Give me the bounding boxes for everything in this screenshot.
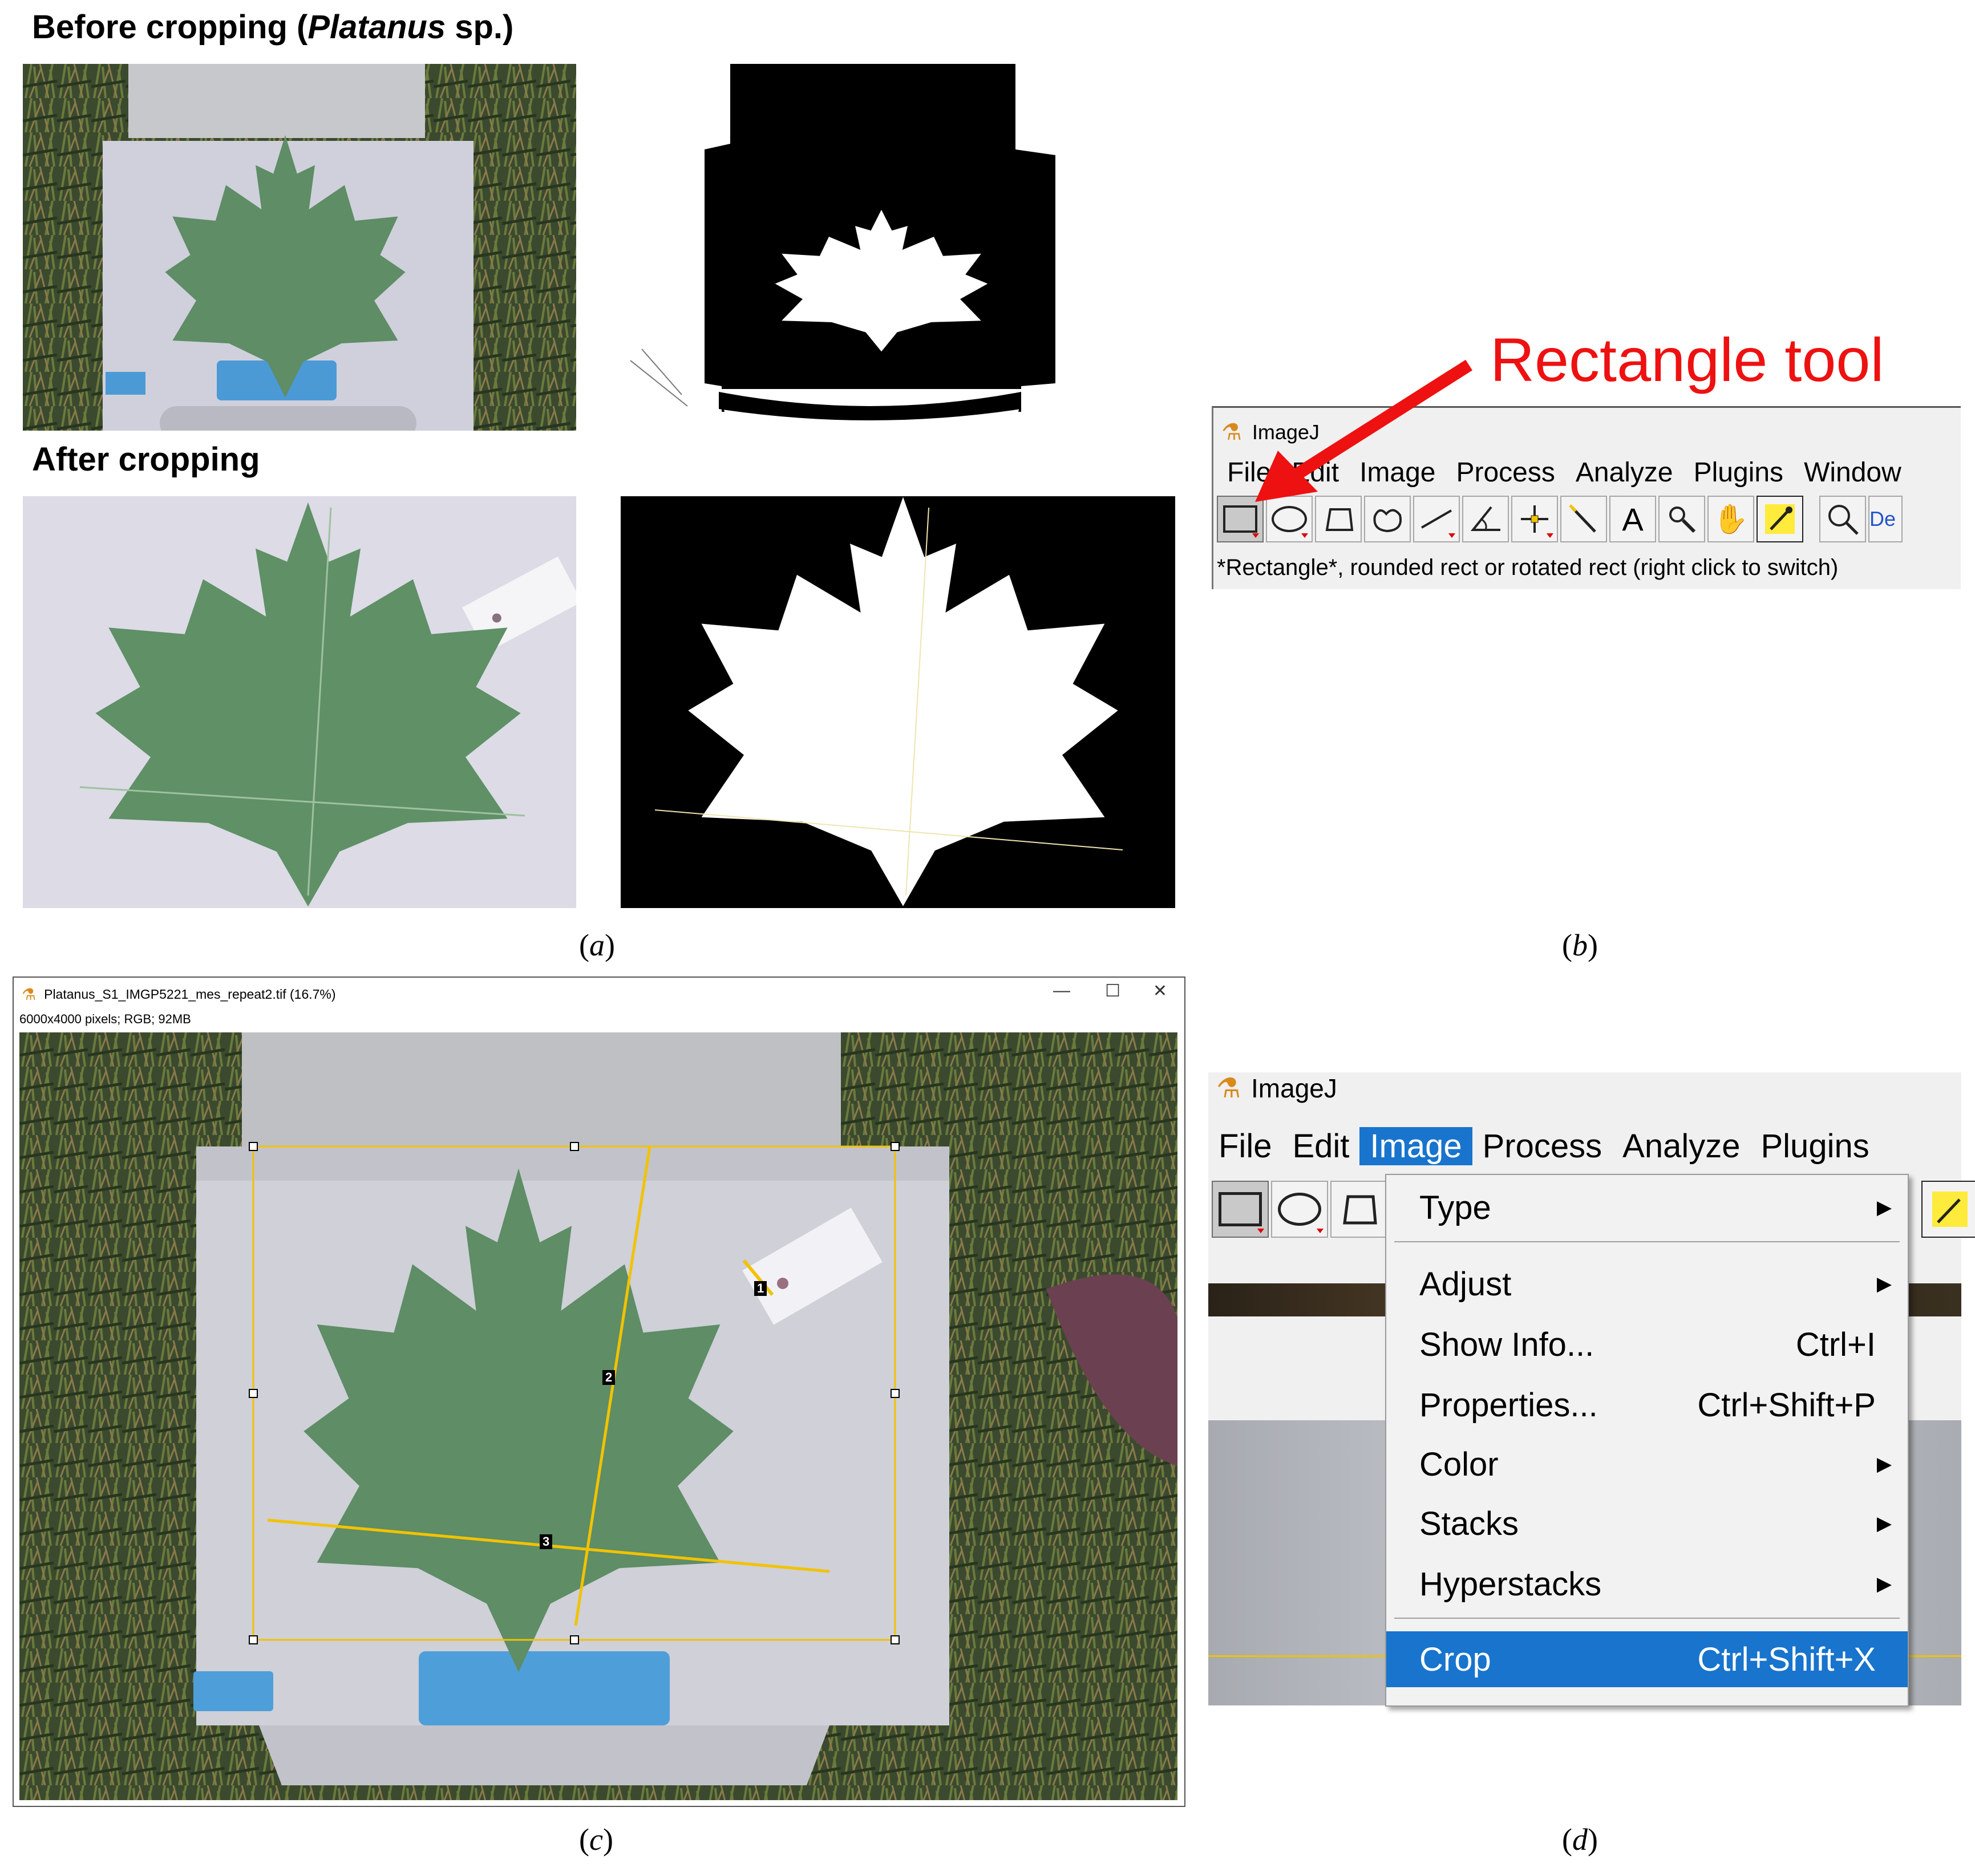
- hand-icon: ✋: [1713, 503, 1749, 535]
- magnifier-tool-button[interactable]: [1658, 496, 1705, 542]
- microscope-icon: ⚗: [1221, 420, 1242, 445]
- menu-item-type[interactable]: Type ▶: [1386, 1180, 1908, 1235]
- menu-file[interactable]: File: [1208, 1127, 1282, 1165]
- menu-item-properties[interactable]: Properties... Ctrl+Shift+P: [1386, 1377, 1908, 1433]
- dev-tool-button[interactable]: De: [1868, 496, 1903, 542]
- caption-d: (d): [1562, 1822, 1598, 1857]
- menu-item-label: Properties...: [1419, 1386, 1598, 1424]
- menu-item-crop[interactable]: Crop Ctrl+Shift+X: [1386, 1631, 1908, 1687]
- app-title: ImageJ: [1251, 1073, 1337, 1103]
- point-tool-button[interactable]: [1511, 496, 1558, 542]
- rectangle-icon: [1219, 1192, 1262, 1226]
- rectangle-tool-annotation: Rectangle tool: [1490, 325, 1884, 394]
- menu-item-label: Stacks: [1419, 1505, 1519, 1542]
- microscope-icon: ⚗: [1216, 1073, 1241, 1104]
- dev-label: De: [1869, 507, 1896, 530]
- menu-separator: [1394, 1241, 1900, 1242]
- menu-analyze[interactable]: Analyze: [1612, 1127, 1750, 1165]
- image-canvas[interactable]: [19, 1032, 1177, 1800]
- dropper-icon: [1932, 1192, 1968, 1227]
- menu-item-label: Color: [1419, 1445, 1499, 1483]
- polygon-tool-button[interactable]: [1330, 1181, 1387, 1238]
- image-window-titlebar: ⚗ Platanus_S1_IMGP5221_mes_repeat2.tif (…: [14, 978, 1184, 1011]
- close-button[interactable]: ✕: [1153, 981, 1167, 1001]
- menu-item-shortcut: Ctrl+Shift+P: [1697, 1386, 1876, 1424]
- after-crop-photo: [23, 496, 576, 908]
- menu-item-label: Show Info...: [1419, 1326, 1594, 1363]
- polygon-icon: [1343, 1195, 1377, 1225]
- menu-plugins[interactable]: Plugins: [1683, 457, 1794, 488]
- maximize-button[interactable]: ☐: [1105, 981, 1120, 1001]
- wand-tool-button[interactable]: [1560, 496, 1607, 542]
- menu-item-color[interactable]: Color ▶: [1386, 1436, 1908, 1492]
- menu-item-label: Hyperstacks: [1419, 1565, 1602, 1603]
- menu-window[interactable]: Window: [1794, 457, 1912, 488]
- submenu-arrow-icon: ▶: [1876, 1513, 1892, 1534]
- menu-edit[interactable]: Edit: [1282, 1127, 1359, 1165]
- submenu-arrow-icon: ▶: [1876, 1197, 1892, 1218]
- image-menu-dropdown: Type ▶ Adjust ▶ Show Info... Ctrl+I Properties…: [1385, 1174, 1909, 1707]
- window-title: Platanus_S1_IMGP5221_mes_repeat2.tif (16…: [44, 986, 336, 1002]
- caption-a: (a): [579, 928, 615, 962]
- point-icon: [1521, 505, 1548, 533]
- imagej-status-bar: *Rectangle*, rounded rect or rotated rec…: [1217, 555, 1839, 580]
- submenu-arrow-icon: ▶: [1876, 1273, 1892, 1295]
- caption-b: (b): [1562, 928, 1598, 962]
- search-icon: [1828, 505, 1859, 535]
- dropper-tool-button[interactable]: [1757, 496, 1803, 542]
- image-info: 6000x4000 pixels; RGB; 92MB: [19, 1012, 191, 1026]
- magnifier-icon: [1669, 507, 1696, 533]
- menu-separator: [1394, 1618, 1900, 1619]
- microscope-icon: ⚗: [22, 985, 37, 1003]
- imagej-tool-row: [1212, 1181, 1387, 1238]
- imagej-menubar: File Edit Image Process Analyze Plugins: [1208, 1127, 1880, 1165]
- menu-item-label: Type: [1419, 1189, 1491, 1226]
- oval-icon: [1278, 1193, 1321, 1226]
- annotation-arrow: [1255, 359, 1472, 502]
- dropper-icon: [1765, 504, 1795, 534]
- menu-item-label: Adjust: [1419, 1265, 1512, 1303]
- text-icon: A: [1622, 501, 1644, 537]
- search-tool-button[interactable]: [1819, 496, 1866, 542]
- menu-item-stacks[interactable]: Stacks ▶: [1386, 1496, 1908, 1551]
- dropper-tool-button[interactable]: [1921, 1181, 1975, 1238]
- menu-item-shortcut: Ctrl+I: [1795, 1326, 1876, 1363]
- measure-label-3: 3: [540, 1534, 553, 1549]
- hand-tool-button[interactable]: ✋: [1707, 496, 1754, 542]
- menu-item-label: Crop: [1419, 1640, 1491, 1678]
- menu-analyze[interactable]: Analyze: [1565, 457, 1683, 488]
- measure-label-2: 2: [602, 1370, 616, 1385]
- image-window: ⚗ Platanus_S1_IMGP5221_mes_repeat2.tif (…: [13, 977, 1185, 1807]
- menu-process[interactable]: Process: [1472, 1127, 1613, 1165]
- menu-item-adjust[interactable]: Adjust ▶: [1386, 1256, 1908, 1312]
- menu-item-hyperstacks[interactable]: Hyperstacks ▶: [1386, 1556, 1908, 1612]
- before-crop-binary: [619, 64, 1175, 431]
- minimize-button[interactable]: —: [1053, 981, 1070, 1000]
- menu-item-shortcut: Ctrl+Shift+X: [1697, 1640, 1876, 1678]
- before-crop-photo: [23, 64, 576, 431]
- menu-item-show-info[interactable]: Show Info... Ctrl+I: [1386, 1316, 1908, 1372]
- text-tool-button[interactable]: A: [1609, 496, 1656, 542]
- oval-tool-button[interactable]: [1271, 1181, 1328, 1238]
- caption-c: (c): [579, 1822, 613, 1857]
- rectangle-tool-button[interactable]: [1212, 1181, 1269, 1238]
- before-cropping-title: Before cropping (Platanus sp.): [32, 9, 514, 46]
- after-crop-binary: [621, 496, 1175, 908]
- menu-plugins[interactable]: Plugins: [1750, 1127, 1879, 1165]
- after-cropping-title: After cropping: [32, 441, 260, 478]
- submenu-arrow-icon: ▶: [1876, 1453, 1892, 1475]
- measure-label-1: 1: [754, 1281, 767, 1296]
- wand-icon: [1569, 504, 1596, 533]
- submenu-arrow-icon: ▶: [1876, 1573, 1892, 1595]
- menu-image[interactable]: Image: [1359, 1127, 1472, 1165]
- imagej-titlebar: ⚗ ImageJ: [1216, 1072, 1337, 1104]
